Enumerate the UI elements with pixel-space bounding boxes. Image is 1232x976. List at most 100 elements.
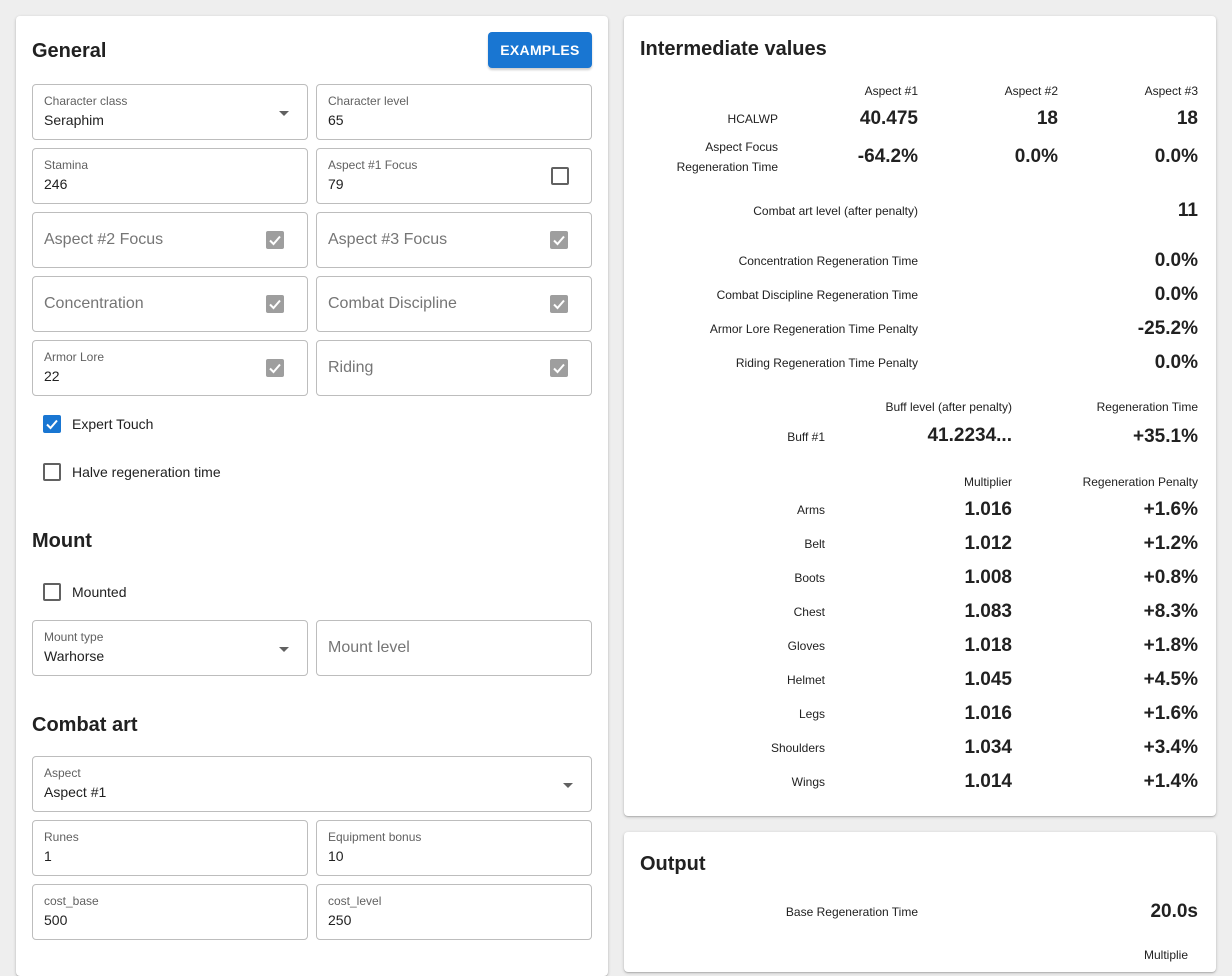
check-icon: [46, 419, 58, 430]
intermediate-values-card: Intermediate values Aspect #1 Aspect #2 …: [624, 16, 1216, 816]
aspect1-focus-checkbox[interactable]: [551, 167, 569, 185]
mount-type-select[interactable]: Mount type Warhorse: [32, 620, 308, 676]
equipment-name: Chest: [793, 605, 825, 619]
runes-value: 1: [44, 848, 52, 864]
armor-lore-field[interactable]: Armor Lore 22: [32, 340, 308, 396]
check-icon: [269, 299, 281, 310]
cost-base-value: 500: [44, 912, 68, 928]
concentration-regen-label: Concentration Regeneration Time: [738, 254, 918, 268]
equipment-multiplier: 1.008: [964, 567, 1012, 588]
cost-base-label: cost_base: [44, 894, 99, 908]
equipment-bonus-label: Equipment bonus: [328, 830, 422, 844]
mounted-checkbox[interactable]: [43, 583, 61, 601]
regen-penalty-header: Regeneration Penalty: [1082, 475, 1198, 489]
hcalwp-aspect3: 18: [1176, 108, 1198, 129]
buff-regen-header: Regeneration Time: [1096, 400, 1198, 414]
character-class-select[interactable]: Character class Seraphim: [32, 84, 308, 140]
riding-checkbox[interactable]: [550, 359, 568, 377]
equipment-multiplier: 1.016: [964, 703, 1012, 724]
equipment-multiplier: 1.012: [964, 533, 1012, 554]
examples-button[interactable]: EXAMPLES: [488, 32, 592, 68]
equipment-name: Gloves: [787, 639, 825, 653]
aspect1-focus-label: Aspect #1 Focus: [328, 158, 418, 172]
buff1-level: 41.2234...: [927, 425, 1012, 446]
armor-lore-label: Armor Lore: [44, 350, 105, 364]
general-title: General: [32, 40, 107, 62]
mount-type-value: Warhorse: [44, 648, 105, 664]
equipment-penalty: +1.6%: [1143, 703, 1198, 724]
equipment-multiplier: 1.016: [964, 499, 1012, 520]
halve-regeneration-checkbox[interactable]: [43, 463, 61, 481]
equipment-name: Belt: [804, 537, 825, 551]
aspect2-header: Aspect #2: [1004, 84, 1058, 98]
equipment-bonus-field[interactable]: Equipment bonus 10: [316, 820, 592, 876]
character-class-value: Seraphim: [44, 112, 104, 128]
buff1-label: Buff #1: [787, 430, 825, 444]
stamina-field[interactable]: Stamina 246: [32, 148, 308, 204]
aspect-label: Aspect: [44, 766, 81, 780]
combat-art-level-value: 11: [1177, 200, 1198, 221]
equipment-name: Wings: [791, 775, 825, 789]
output-multiplier-header: Multiplie: [1144, 948, 1189, 962]
aspect-focus-regen-aspect2: 0.0%: [1014, 146, 1058, 167]
equipment-penalty: +8.3%: [1143, 601, 1198, 622]
buff-level-header: Buff level (after penalty): [885, 400, 1012, 414]
riding-field[interactable]: Riding: [316, 340, 592, 396]
combat-discipline-placeholder: Combat Discipline: [328, 295, 457, 312]
character-level-field[interactable]: Character level 65: [316, 84, 592, 140]
buff1-regen: +35.1%: [1133, 426, 1198, 447]
character-level-value: 65: [328, 112, 344, 128]
armor-lore-checkbox[interactable]: [266, 359, 284, 377]
aspect-select[interactable]: Aspect Aspect #1: [32, 756, 592, 812]
equipment-name: Helmet: [786, 673, 825, 687]
armor-lore-penalty-value: -25.2%: [1137, 318, 1198, 339]
cost-base-field[interactable]: cost_base 500: [32, 884, 308, 940]
expert-touch-checkbox[interactable]: [43, 415, 61, 433]
aspect-focus-regen-label-2: Regeneration Time: [676, 160, 778, 174]
check-icon: [553, 299, 565, 310]
character-level-label: Character level: [328, 94, 409, 108]
aspect2-focus-placeholder: Aspect #2 Focus: [44, 231, 164, 248]
aspect3-focus-placeholder: Aspect #3 Focus: [328, 231, 448, 248]
equipment-name: Arms: [797, 503, 825, 517]
concentration-field[interactable]: Concentration: [32, 276, 308, 332]
combat-art-title: Combat art: [32, 714, 138, 736]
equipment-name: Boots: [794, 571, 825, 585]
expert-touch-label[interactable]: Expert Touch: [72, 416, 153, 432]
aspect-focus-regen-aspect3: 0.0%: [1154, 146, 1198, 167]
mounted-label[interactable]: Mounted: [72, 584, 126, 600]
combat-discipline-field[interactable]: Combat Discipline: [316, 276, 592, 332]
dropdown-arrow-icon: [279, 111, 289, 116]
aspect-focus-regen-label-1: Aspect Focus: [705, 140, 778, 154]
equipment-penalty: +3.4%: [1143, 737, 1198, 758]
runes-field[interactable]: Runes 1: [32, 820, 308, 876]
aspect2-focus-checkbox[interactable]: [266, 231, 284, 249]
aspect1-header: Aspect #1: [864, 84, 918, 98]
aspect-value: Aspect #1: [44, 784, 107, 800]
concentration-regen-value: 0.0%: [1154, 250, 1198, 271]
halve-regeneration-label[interactable]: Halve regeneration time: [72, 464, 221, 480]
concentration-checkbox[interactable]: [266, 295, 284, 313]
check-icon: [553, 363, 565, 374]
equipment-penalty: +1.6%: [1143, 499, 1198, 520]
multiplier-header: Multiplier: [963, 475, 1012, 489]
mount-level-field[interactable]: Mount level: [316, 620, 592, 676]
runes-label: Runes: [44, 830, 79, 844]
aspect2-focus-field[interactable]: Aspect #2 Focus: [32, 212, 308, 268]
aspect1-focus-field[interactable]: Aspect #1 Focus 79: [316, 148, 592, 204]
riding-placeholder: Riding: [328, 359, 374, 376]
combat-discipline-checkbox[interactable]: [550, 295, 568, 313]
dropdown-arrow-icon: [563, 783, 573, 788]
aspect3-focus-checkbox[interactable]: [550, 231, 568, 249]
equipment-penalty: +0.8%: [1143, 567, 1198, 588]
equipment-bonus-value: 10: [328, 848, 344, 864]
aspect3-focus-field[interactable]: Aspect #3 Focus: [316, 212, 592, 268]
stamina-label: Stamina: [44, 158, 89, 172]
character-class-label: Character class: [44, 94, 128, 108]
cost-level-field[interactable]: cost_level 250: [316, 884, 592, 940]
check-icon: [269, 363, 281, 374]
check-icon: [269, 235, 281, 246]
equipment-multiplier: 1.014: [964, 771, 1012, 792]
equipment-multiplier: 1.045: [964, 669, 1012, 690]
equipment-multiplier: 1.018: [964, 635, 1012, 656]
